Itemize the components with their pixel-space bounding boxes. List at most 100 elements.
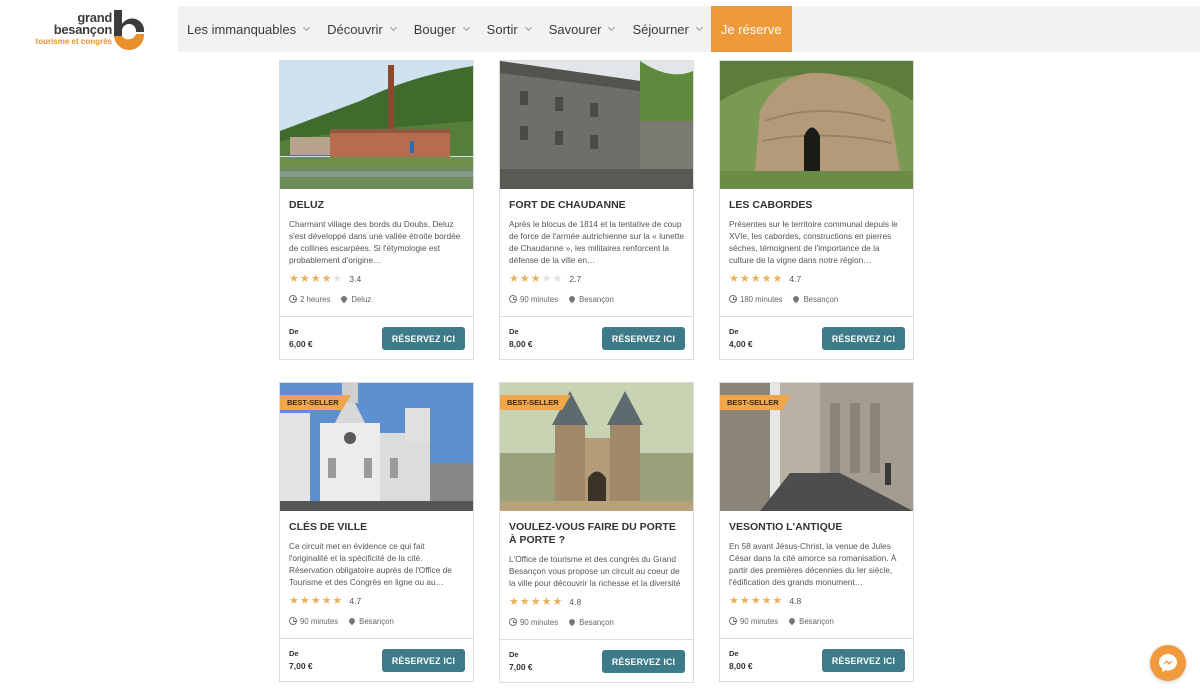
chevron-down-icon — [303, 23, 311, 32]
best-seller-badge: BEST-SELLER — [280, 395, 351, 410]
location-pin-icon — [347, 616, 357, 626]
card-meta: 90 minutes Besançon — [509, 617, 684, 627]
card-photo-les-cabordes[interactable] — [720, 61, 913, 189]
card-duration: 90 minutes — [520, 617, 559, 627]
star-full-icon: ★ — [541, 596, 552, 608]
nav-bouger[interactable]: Bouger — [405, 6, 478, 52]
clock-icon — [509, 618, 517, 626]
card-price: 6,00 € — [289, 339, 313, 349]
book-here-button[interactable]: RÉSERVEZ ICI — [602, 327, 685, 350]
card-location: Besançon — [803, 294, 839, 304]
star-full-icon: ★ — [289, 595, 299, 607]
star-full-icon: ★ — [729, 595, 739, 607]
card-price: 4,00 € — [729, 339, 753, 349]
nav-label: Bouger — [413, 21, 456, 37]
main-navigation: Les immanquables Découvrir Bouger Sortir… — [178, 6, 1200, 52]
nav-je-reserve-button[interactable]: Je réserve — [710, 6, 792, 52]
price-from-label: De — [729, 649, 739, 658]
star-full-icon: ★ — [772, 595, 783, 607]
card-photo-cles-de-ville[interactable]: BEST-SELLER — [280, 383, 473, 511]
nav-sortir[interactable]: Sortir — [478, 6, 540, 52]
nav-savourer[interactable]: Savourer — [540, 6, 624, 52]
book-here-button[interactable]: RÉSERVEZ ICI — [822, 327, 905, 350]
best-seller-badge: BEST-SELLER — [720, 395, 791, 410]
card-location: Besançon — [799, 616, 834, 626]
nav-sejourner[interactable]: Séjourner — [623, 6, 710, 52]
card-photo-vesontio-lantique[interactable]: BEST-SELLER — [720, 383, 913, 511]
card-duration: 90 minutes — [520, 294, 559, 304]
card-description: Charmant village des bords du Doubs, Del… — [289, 219, 461, 265]
card-meta: 90 minutes Besançon — [289, 616, 464, 626]
nav-label: Les immanquables — [187, 21, 297, 37]
card-photo-fort-de-chaudanne[interactable] — [500, 61, 693, 189]
star-full-icon: ★ — [729, 273, 739, 285]
star-full-icon: ★ — [552, 596, 563, 608]
site-header: grand besançon tourisme et congrès Les i… — [0, 0, 1200, 56]
activity-card[interactable]: FORT DE CHAUDANNE Après le blocus de 181… — [499, 60, 694, 360]
chevron-down-icon — [524, 23, 532, 32]
card-body: CLÉS DE VILLE Ce circuit met en évidence… — [280, 511, 473, 626]
star-half-icon: ★ — [530, 273, 541, 285]
clock-icon — [729, 295, 737, 303]
star-full-icon: ★ — [530, 596, 541, 608]
clock-icon — [289, 617, 297, 625]
star-full-icon: ★ — [310, 595, 321, 607]
activity-card[interactable]: BEST-SELLER CLÉS DE VILLE Ce circuit met… — [279, 382, 474, 682]
clock-icon — [729, 617, 737, 625]
card-price: 7,00 € — [509, 662, 533, 672]
book-here-button[interactable]: RÉSERVEZ ICI — [602, 650, 685, 673]
card-body: FORT DE CHAUDANNE Après le blocus de 181… — [500, 189, 693, 304]
card-footer: De 7,00 € RÉSERVEZ ICI — [500, 639, 693, 682]
card-title[interactable]: VOULEZ-VOUS FAIRE DU PORTE À PORTE ? — [509, 521, 684, 547]
nav-decouvrir[interactable]: Découvrir — [318, 6, 405, 52]
rating-score: 3.4 — [349, 274, 362, 284]
card-title[interactable]: VESONTIO L'ANTIQUE — [729, 521, 904, 534]
card-rating: ★ ★ ★ ★ ★ 2.7 — [509, 273, 684, 285]
card-title[interactable]: LES CABORDES — [729, 199, 904, 212]
book-here-button[interactable]: RÉSERVEZ ICI — [382, 649, 465, 672]
card-price: 8,00 € — [729, 661, 753, 671]
location-pin-icon — [787, 616, 797, 626]
card-title[interactable]: CLÉS DE VILLE — [289, 521, 464, 534]
card-rating: ★ ★ ★ ★ ★ 4.8 — [509, 596, 684, 608]
chevron-down-icon — [608, 23, 616, 32]
card-duration: 180 minutes — [740, 294, 783, 304]
card-rating: ★ ★ ★ ★ ★ 3.4 — [289, 273, 464, 285]
card-photo-porte-a-porte[interactable]: BEST-SELLER — [500, 383, 693, 511]
book-here-button[interactable]: RÉSERVEZ ICI — [822, 649, 905, 672]
nav-label: Découvrir — [327, 21, 383, 37]
book-here-button[interactable]: RÉSERVEZ ICI — [382, 327, 465, 350]
card-photo-deluz[interactable] — [280, 61, 473, 189]
star-full-icon: ★ — [739, 595, 750, 607]
card-title[interactable]: DELUZ — [289, 199, 464, 212]
location-pin-icon — [567, 294, 577, 304]
price-from-label: De — [729, 327, 739, 336]
card-location: Besançon — [579, 294, 614, 304]
rating-score: 4.8 — [789, 596, 802, 606]
card-price: 8,00 € — [509, 339, 533, 349]
activity-card[interactable]: DELUZ Charmant village des bords du Doub… — [279, 60, 474, 360]
card-description: Ce circuit met en évidence ce qui fait l… — [289, 541, 452, 587]
price-from-label: De — [289, 649, 299, 658]
site-logo[interactable]: grand besançon tourisme et congrès — [32, 8, 152, 52]
card-price: 7,00 € — [289, 661, 313, 671]
star-full-icon: ★ — [519, 273, 530, 285]
nav-les-immanquables[interactable]: Les immanquables — [178, 6, 318, 52]
card-body: VESONTIO L'ANTIQUE En 58 avant Jésus-Chr… — [720, 511, 913, 626]
card-footer: De 8,00 € RÉSERVEZ ICI — [500, 316, 693, 359]
price-from-label: De — [509, 327, 519, 336]
activity-card[interactable]: LES CABORDES Présentes sur le territoire… — [719, 60, 914, 360]
rating-score: 2.7 — [569, 274, 582, 284]
card-location: Deluz — [351, 294, 372, 304]
card-title[interactable]: FORT DE CHAUDANNE — [509, 199, 684, 212]
price-from-label: De — [289, 327, 299, 336]
card-duration: 2 heures — [300, 294, 331, 304]
messenger-chat-button[interactable] — [1150, 645, 1186, 681]
logo-text-besancon: besançon — [53, 22, 113, 37]
activity-card[interactable]: BEST-SELLER VESONTIO L'ANTIQUE En 58 ava… — [719, 382, 914, 682]
rating-score: 4.7 — [349, 596, 362, 606]
star-full-icon: ★ — [299, 273, 310, 285]
nav-label: Sortir — [486, 21, 518, 37]
star-half-icon: ★ — [772, 273, 783, 285]
activity-card[interactable]: BEST-SELLER VOULEZ-VOUS FAIRE DU PORTE À… — [499, 382, 694, 683]
